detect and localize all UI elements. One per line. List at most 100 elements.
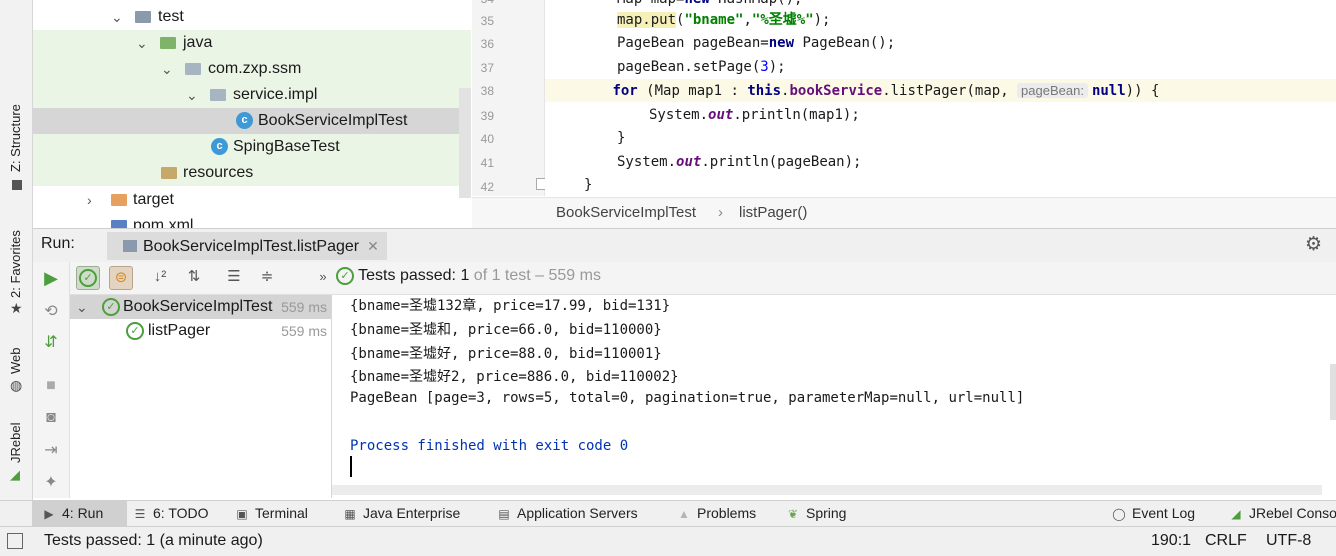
spring-leaf-icon: ❦ <box>787 507 799 521</box>
run-side-toolbar: ▶ ⟲ ⇵ ■ ◙ ⇥ ✦ <box>33 262 70 498</box>
tree-item-pom[interactable]: pom.xml <box>33 213 471 228</box>
text-caret <box>350 456 352 477</box>
tab-event-log[interactable]: ◯ Event Log <box>1112 501 1195 526</box>
enterprise-icon: ▦ <box>344 507 356 521</box>
tab-todo[interactable]: ☰ 6: TODO <box>133 501 209 526</box>
test-case-row[interactable]: ✓ listPager 559 ms <box>70 319 331 343</box>
line-number: 37 <box>480 61 494 75</box>
test-results-tree: ⌄ ✓ BookServiceImplTest 559 ms ✓ listPag… <box>70 295 332 498</box>
camera-icon[interactable]: ◙ <box>40 407 62 429</box>
rerun-icon[interactable]: ▶ <box>40 267 62 289</box>
console-vertical-scrollbar[interactable] <box>1330 364 1336 420</box>
status-bar: Tests passed: 1 (a minute ago) 190:1 CRL… <box>0 526 1336 556</box>
chevron-right-icon[interactable]: › <box>87 187 92 213</box>
show-passed-button[interactable]: ✓ <box>76 266 100 290</box>
line-number: 40 <box>480 132 494 146</box>
console-line: {bname=圣墟好, price=88.0, bid=110001} <box>350 346 662 362</box>
file-encoding[interactable]: UTF-8 <box>1266 532 1311 550</box>
more-icon[interactable]: » <box>312 266 334 288</box>
tree-item-java[interactable]: ⌄ java <box>33 30 471 56</box>
layout-toggle-icon[interactable] <box>7 533 23 549</box>
tab-java-enterprise[interactable]: ▦ Java Enterprise <box>343 501 460 526</box>
tree-item-label: SpingBaseTest <box>233 138 340 155</box>
show-ignored-button[interactable]: ⊜ <box>109 266 133 290</box>
project-tree: ⌄ test ⌄ java ⌄ com.zxp.ssm ⌄ service.im… <box>33 0 471 228</box>
resources-folder-icon <box>161 167 177 179</box>
test-duration: 559 ms <box>281 299 327 315</box>
chevron-down-icon[interactable]: ⌄ <box>161 56 173 82</box>
passed-icon: ✓ <box>126 321 144 340</box>
server-icon: ▤ <box>498 507 510 521</box>
status-message[interactable]: Tests passed: 1 (a minute ago) <box>44 532 263 550</box>
export-icon[interactable]: ⇥ <box>40 440 62 462</box>
pin-icon[interactable]: ✦ <box>40 472 62 494</box>
tab-terminal[interactable]: ▣ Terminal <box>235 501 308 526</box>
breadcrumb-method[interactable]: listPager() <box>739 204 807 221</box>
tree-item-resources[interactable]: resources <box>33 160 471 186</box>
test-suite-row[interactable]: ⌄ ✓ BookServiceImplTest 559 ms <box>70 295 331 319</box>
test-name: BookServiceImplTest <box>123 298 273 315</box>
console-line: PageBean [page=3, rows=5, total=0, pagin… <box>350 390 1025 406</box>
tab-run[interactable]: ▶ 4: Run <box>32 501 127 526</box>
chevron-down-icon[interactable]: ⌄ <box>186 82 198 108</box>
breadcrumb-separator-icon: › <box>718 204 723 221</box>
run-tab-title: BookServiceImplTest.listPager <box>143 238 360 255</box>
test-duration: 559 ms <box>281 323 327 339</box>
toggle-autotest-icon[interactable]: ⇵ <box>40 332 62 354</box>
line-separator[interactable]: CRLF <box>1205 532 1247 550</box>
test-config-icon <box>123 240 137 252</box>
folder-icon <box>111 194 127 206</box>
tree-item-label: test <box>158 8 184 25</box>
rerun-failed-icon[interactable]: ⟲ <box>40 301 62 323</box>
tab-application-servers[interactable]: ▤ Application Servers <box>497 501 637 526</box>
chevron-down-icon[interactable]: ⌄ <box>136 30 148 56</box>
tab-spring[interactable]: ❦ Spring <box>786 501 847 526</box>
console-output[interactable]: {bname=圣墟132章, price=17.99, bid=131} {bn… <box>332 295 1336 498</box>
tree-item-service-impl[interactable]: ⌄ service.impl <box>33 82 471 108</box>
tree-item-bookserviceimpltest[interactable]: c BookServiceImplTest <box>33 108 471 134</box>
tool-window-bar: ▶ 4: Run ☰ 6: TODO ▣ Terminal ▦ Java Enterpr… <box>0 500 1336 526</box>
line-number: 41 <box>480 156 494 170</box>
tree-item-package[interactable]: ⌄ com.zxp.ssm <box>33 56 471 82</box>
tab-label: Event Log <box>1132 505 1196 521</box>
class-icon: c <box>236 112 253 129</box>
breadcrumb-class[interactable]: BookServiceImplTest <box>556 204 696 221</box>
tree-item-test[interactable]: ⌄ test <box>33 4 471 30</box>
structure-icon <box>12 180 22 190</box>
tree-item-spingbasetest[interactable]: c SpingBaseTest <box>33 134 471 160</box>
code-editor[interactable]: Map map=new HashMap(); map.put("bname","… <box>545 0 1336 196</box>
tab-label: 6: TODO <box>153 505 209 521</box>
console-line: {bname=圣墟132章, price=17.99, bid=131} <box>350 298 671 314</box>
run-config-tab[interactable]: BookServiceImplTest.listPager ✕ <box>107 232 387 260</box>
tree-item-label: java <box>183 34 213 51</box>
chevron-down-icon[interactable]: ⌄ <box>76 295 88 319</box>
jrebel-icon: ◢ <box>10 467 20 482</box>
close-icon[interactable]: ✕ <box>367 238 379 254</box>
chevron-down-icon[interactable]: ⌄ <box>111 4 123 30</box>
tab-problems[interactable]: ▲ Problems <box>677 501 756 526</box>
tree-item-label: target <box>133 191 174 208</box>
terminal-icon: ▣ <box>236 507 248 521</box>
sort-alpha-button[interactable]: ↓² <box>149 266 171 288</box>
web-tab[interactable]: Web <box>8 348 23 375</box>
stop-icon[interactable]: ■ <box>40 375 62 397</box>
tree-scrollbar[interactable] <box>459 88 471 198</box>
left-tool-strip: Z: Structure 2: Favorites ★ Web ◍ JRebel… <box>0 0 33 500</box>
tree-item-target[interactable]: › target <box>33 187 471 213</box>
run-window-header: Run: BookServiceImplTest.listPager ✕ ⚙ <box>33 228 1336 263</box>
collapse-all-button[interactable]: ≑ <box>256 266 278 288</box>
passed-icon: ✓ <box>336 267 354 285</box>
jrebel-tab[interactable]: JRebel <box>8 423 23 463</box>
tab-label: JRebel Console <box>1249 505 1336 521</box>
sort-duration-button[interactable]: ⇅ <box>183 266 205 288</box>
tab-jrebel-console[interactable]: ◢ JRebel Console <box>1229 501 1336 526</box>
jrebel-icon: ◢ <box>1231 507 1241 521</box>
gear-icon[interactable]: ⚙ <box>1305 233 1322 256</box>
structure-tab[interactable]: Z: Structure <box>8 104 23 172</box>
tab-label: Problems <box>697 505 757 521</box>
expand-all-button[interactable]: ☰ <box>223 266 245 288</box>
passed-icon: ✓ <box>102 297 120 316</box>
favorites-tab[interactable]: 2: Favorites <box>8 230 23 298</box>
console-horizontal-scrollbar[interactable] <box>332 485 1322 495</box>
caret-position[interactable]: 190:1 <box>1151 532 1191 550</box>
